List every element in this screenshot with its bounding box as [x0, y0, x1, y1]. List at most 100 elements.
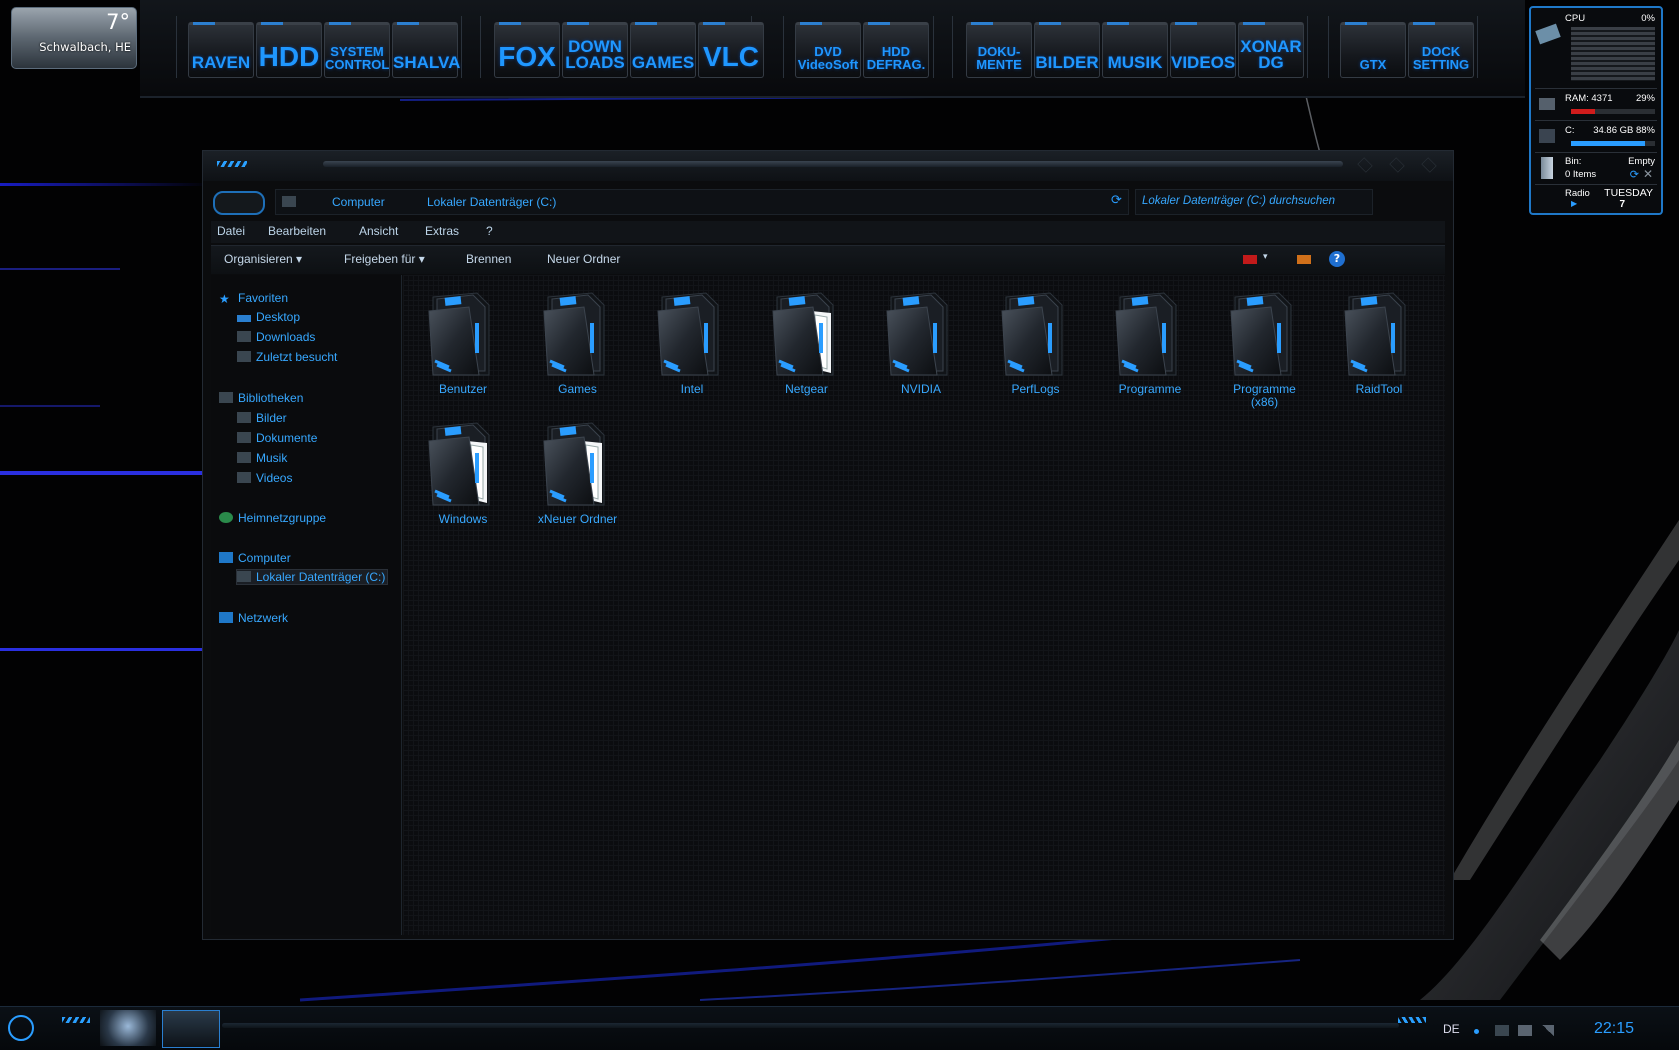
- help-icon[interactable]: ?: [1329, 251, 1345, 267]
- dock-item-shalva[interactable]: SHALVA: [392, 22, 460, 78]
- network-tray-icon[interactable]: [1518, 1025, 1532, 1036]
- menu-ansicht[interactable]: Ansicht: [359, 224, 398, 238]
- organize-button[interactable]: Organisieren ▾: [224, 252, 302, 266]
- preview-pane-icon[interactable]: [1297, 255, 1311, 264]
- taskbar-app-raven[interactable]: [100, 1010, 156, 1046]
- dock-item-games[interactable]: GAMES: [630, 22, 696, 78]
- window-titlebar[interactable]: [203, 151, 1453, 181]
- cpu-label: CPU: [1565, 13, 1586, 24]
- folder-item[interactable]: Intel: [644, 283, 740, 403]
- menu-help[interactable]: ?: [486, 224, 493, 238]
- close-button[interactable]: [1421, 157, 1437, 173]
- ram-bar: [1571, 109, 1655, 114]
- back-forward-button[interactable]: [213, 191, 265, 215]
- nav-computer[interactable]: Computer: [219, 551, 291, 565]
- day-label: TUESDAY: [1604, 187, 1653, 199]
- burn-button[interactable]: Brennen: [466, 252, 511, 266]
- nav-item-dokumente[interactable]: Dokumente: [237, 431, 317, 445]
- nav-item-desktop[interactable]: Desktop: [237, 310, 300, 324]
- nav-homegroup[interactable]: Heimnetzgruppe: [219, 511, 326, 525]
- dock-item-doku-mente[interactable]: DOKU- MENTE: [966, 22, 1032, 78]
- search-box[interactable]: Lokaler Datenträger (C:) durchsuchen: [1135, 189, 1373, 215]
- folder-item[interactable]: Programme (x86): [1217, 283, 1313, 409]
- folder-label: Netgear: [785, 382, 828, 396]
- nav-item-musik[interactable]: Musik: [237, 451, 287, 465]
- taskbar-stripes-right-icon: [1398, 1017, 1426, 1023]
- dock-item-system-control[interactable]: SYSTEM CONTROL: [324, 22, 390, 78]
- folder-label: RaidTool: [1355, 382, 1403, 396]
- weather-temperature: 7°: [106, 10, 130, 34]
- dock-item-gtx[interactable]: GTX: [1340, 22, 1406, 78]
- new-folder-button[interactable]: Neuer Ordner: [547, 252, 620, 266]
- launcher-dock: RAVEN HDD SYSTEM CONTROL SHALVA FOX DOWN LOAD…: [140, 0, 1525, 98]
- share-button[interactable]: Freigeben für ▾: [344, 252, 425, 266]
- start-button[interactable]: [8, 1015, 34, 1041]
- dock-item-fox[interactable]: FOX: [494, 22, 560, 78]
- action-center-icon[interactable]: [1495, 1025, 1509, 1036]
- language-indicator[interactable]: DE: [1443, 1022, 1460, 1036]
- folder-item[interactable]: xNeuer Ordner: [530, 413, 626, 533]
- dock-item-vlc[interactable]: VLC: [698, 22, 764, 78]
- radio-label[interactable]: Radio: [1565, 188, 1590, 199]
- nav-libraries[interactable]: Bibliotheken: [219, 391, 303, 405]
- dock-item-dock-setting[interactable]: DOCK SETTING: [1408, 22, 1474, 78]
- folder-item[interactable]: Games: [530, 283, 626, 403]
- hard-drive-icon: [237, 571, 251, 582]
- folder-item[interactable]: Programme: [1102, 283, 1198, 403]
- star-icon: ★: [219, 292, 230, 306]
- folder-item[interactable]: PerfLogs: [988, 283, 1084, 403]
- nav-network[interactable]: Netzwerk: [219, 611, 288, 625]
- menu-datei[interactable]: Datei: [217, 224, 245, 238]
- dock-item-raven[interactable]: RAVEN: [188, 22, 254, 78]
- folder-item[interactable]: Windows: [415, 413, 511, 533]
- refresh-icon[interactable]: ⟳: [1111, 193, 1122, 208]
- maximize-button[interactable]: [1389, 157, 1405, 173]
- dock-item-label: DOKU- MENTE: [976, 44, 1022, 72]
- command-toolbar: Organisieren ▾ Freigeben für ▾ Brennen N…: [211, 245, 1445, 274]
- nav-item-bilder[interactable]: Bilder: [237, 411, 287, 425]
- dock-item-hdd-defrag[interactable]: HDD DEFRAG.: [863, 22, 929, 78]
- menu-extras[interactable]: Extras: [425, 224, 459, 238]
- minimize-button[interactable]: [1357, 157, 1373, 173]
- folder-item[interactable]: NVIDIA: [873, 283, 969, 403]
- homegroup-icon: [219, 512, 233, 523]
- recycle-bin-meter[interactable]: Bin: Empty 0 Items ⟳ ✕: [1535, 152, 1657, 183]
- volume-icon[interactable]: [1542, 1025, 1554, 1036]
- breadcrumb-local-disk[interactable]: Lokaler Datenträger (C:): [427, 195, 556, 209]
- weather-gadget[interactable]: 7° Schwalbach, HE: [11, 7, 137, 69]
- drive-bar-fill: [1571, 141, 1645, 146]
- recycle-bin-icon: [1541, 157, 1553, 179]
- nav-item-downloads[interactable]: Downloads: [237, 330, 315, 344]
- menu-bearbeiten[interactable]: Bearbeiten: [268, 224, 326, 238]
- clock[interactable]: 22:15: [1594, 1020, 1634, 1038]
- nav-item-local-disk[interactable]: Lokaler Datenträger (C:): [235, 569, 389, 585]
- dock-item-down-loads[interactable]: DOWN LOADS: [562, 22, 628, 78]
- dock-item-hdd[interactable]: HDD: [256, 22, 322, 78]
- dock-item-musik[interactable]: MUSIK: [1102, 22, 1168, 78]
- view-dropdown-icon[interactable]: ▾: [1263, 252, 1268, 262]
- nav-favorites[interactable]: ★ Favoriten: [219, 291, 288, 306]
- play-icon[interactable]: ▶: [1571, 199, 1577, 208]
- taskbar-app-explorer[interactable]: [162, 1010, 220, 1048]
- refresh-icon[interactable]: ⟳: [1630, 168, 1639, 181]
- dock-item-xonar-dg[interactable]: XONAR DG: [1238, 22, 1304, 78]
- empty-bin-icon[interactable]: ✕: [1643, 167, 1653, 181]
- folder-label: NVIDIA: [900, 382, 941, 396]
- nav-item-videos[interactable]: Videos: [237, 471, 292, 485]
- folder-item[interactable]: RaidTool: [1331, 283, 1427, 403]
- documents-icon: [237, 432, 251, 443]
- nav-item-label: Bilder: [256, 411, 287, 425]
- drive-label: C:: [1565, 125, 1575, 136]
- folder-item[interactable]: Netgear: [759, 283, 855, 403]
- breadcrumb-computer[interactable]: Computer: [332, 195, 385, 209]
- folder-item[interactable]: Benutzer: [415, 283, 511, 403]
- address-bar[interactable]: [275, 189, 1129, 215]
- nav-item-label: Desktop: [256, 310, 301, 324]
- ram-meter: RAM: 4371 29%: [1535, 88, 1657, 119]
- dock-item-bilder[interactable]: BILDER: [1034, 22, 1100, 78]
- dock-item-dvd-videosoft[interactable]: DVD VideoSoft: [795, 22, 861, 78]
- nav-item-recent[interactable]: Zuletzt besucht: [237, 350, 337, 364]
- dock-item-label: XONAR DG: [1240, 36, 1302, 72]
- dock-item-videos[interactable]: VIDEOS: [1170, 22, 1236, 78]
- view-options-icon[interactable]: [1243, 255, 1257, 264]
